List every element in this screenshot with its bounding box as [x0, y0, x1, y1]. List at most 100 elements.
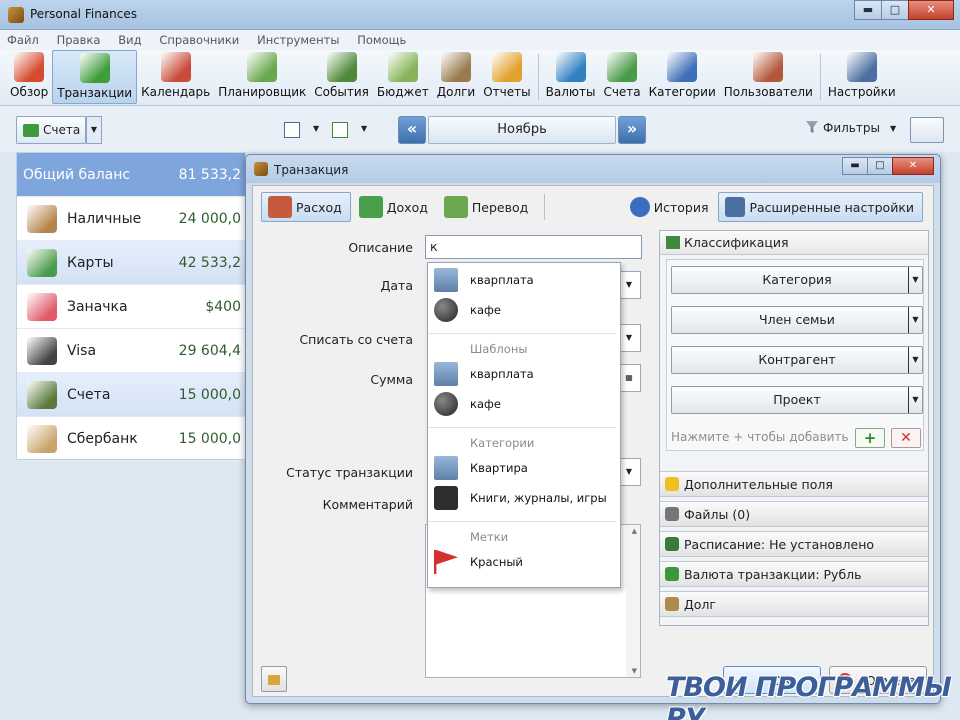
section-header[interactable]: Валюта транзакции: Рубль	[660, 561, 928, 587]
history-button[interactable]: История	[624, 192, 717, 222]
funnel-icon	[806, 121, 818, 133]
menu-references[interactable]: Справочники	[152, 30, 246, 47]
account-row[interactable]: Счета 15 000,0	[17, 373, 245, 417]
menu-file[interactable]: Файл	[0, 30, 46, 47]
chevron-down-icon: ▼	[908, 267, 922, 293]
from-account-label: Списать со счета	[299, 332, 413, 347]
main-toolbar: Обзор Транзакции Календарь Планировщик Событ…	[0, 50, 960, 106]
lock-button[interactable]	[261, 666, 287, 692]
calendar-icon	[14, 52, 45, 82]
tree-view-dropdown[interactable]: ▼	[361, 124, 367, 133]
suggestion-category-books[interactable]: Книги, журналы, игры	[428, 483, 620, 513]
money-hand-icon	[440, 52, 471, 82]
tree-view-icon[interactable]	[332, 122, 348, 138]
advanced-settings-label: Расширенные настройки	[749, 199, 914, 215]
filters-label: Фильтры	[823, 121, 880, 135]
tab-income[interactable]: Доход	[353, 192, 436, 222]
menu-help[interactable]: Помощь	[350, 30, 413, 47]
toolbar-button-12[interactable]: Настройки	[824, 50, 900, 104]
toolbar-button-2[interactable]: Календарь	[137, 50, 214, 104]
clock-icon	[665, 537, 679, 551]
account-row[interactable]: Сбербанк 15 000,0	[17, 417, 245, 461]
scroll-up-icon[interactable]: ▲	[632, 527, 637, 535]
amount-label: Сумма	[370, 372, 413, 387]
tab-expense[interactable]: Расход	[261, 192, 351, 222]
minimize-button[interactable]: ▬	[854, 0, 882, 20]
account-row[interactable]: Наличные 24 000,0	[17, 197, 245, 241]
category-select[interactable]: Категория ▼	[671, 266, 923, 294]
maximize-button[interactable]: □	[881, 0, 909, 20]
toolbar-button-8[interactable]: Валюты	[542, 50, 600, 104]
close-button[interactable]: ✕	[908, 0, 954, 20]
tab-transfer[interactable]: Перевод	[438, 192, 536, 222]
panel-toggle-button[interactable]	[910, 117, 944, 143]
section-header[interactable]: Расписание: Не установлено	[660, 531, 928, 557]
suggestion-template-kvartplata[interactable]: кварплата	[428, 359, 620, 389]
toolbar-button-1[interactable]: Транзакции	[52, 50, 138, 104]
contractor-select[interactable]: Контрагент ▼	[671, 346, 923, 374]
history-label: История	[653, 199, 709, 215]
window-titlebar: Personal Finances ▬ □ ✕	[0, 0, 960, 30]
advanced-settings-button[interactable]: Расширенные настройки	[718, 192, 923, 222]
account-row[interactable]: Общий баланс 81 533,2	[17, 153, 245, 197]
account-row[interactable]: Карты 42 533,2	[17, 241, 245, 285]
classification-header[interactable]: Классификация	[660, 231, 928, 255]
book-icon	[79, 53, 110, 83]
accounts-dropdown-arrow[interactable]: ▼	[86, 116, 102, 144]
accounts-button[interactable]: Счета	[16, 116, 86, 144]
section-header[interactable]: Долг	[660, 591, 928, 617]
bank-safe-icon	[27, 424, 57, 453]
toolbar-button-0[interactable]: Обзор	[6, 50, 52, 104]
window-controls: ▬ □ ✕	[854, 0, 954, 20]
dialog-right-tabs: История Расширенные настройки	[624, 192, 925, 222]
suggestion-recent-kvartplata[interactable]: кварплата	[428, 265, 620, 295]
comment-scrollbar[interactable]: ▲ ▼	[626, 525, 640, 677]
toolbar-label: Долги	[436, 85, 476, 99]
suggestion-template-kafe[interactable]: кафе	[428, 389, 620, 419]
section-header[interactable]: Файлы (0)	[660, 501, 928, 527]
filters-button[interactable]: Фильтры	[806, 121, 880, 135]
prev-month-button[interactable]: «	[398, 116, 426, 144]
menu-edit[interactable]: Правка	[50, 30, 108, 47]
dialog-app-icon	[254, 162, 268, 176]
suggestion-category-kvartira[interactable]: Квартира	[428, 453, 620, 483]
dialog-maximize-button[interactable]: □	[867, 157, 893, 175]
toolbar-button-10[interactable]: Категории	[645, 50, 720, 104]
toolbar-button-6[interactable]: Долги	[433, 50, 480, 104]
toolbar-label: Настройки	[827, 85, 896, 99]
tab-income-label: Доход	[386, 199, 428, 215]
toolbar-button-9[interactable]: Счета	[599, 50, 644, 104]
menu-view[interactable]: Вид	[111, 30, 148, 47]
toolbar-label: Планировщик	[218, 85, 307, 99]
toolbar-button-7[interactable]: Отчеты	[479, 50, 534, 104]
project-select-label: Проект	[773, 392, 821, 407]
project-select[interactable]: Проект ▼	[671, 386, 923, 414]
filters-dropdown-arrow[interactable]: ▼	[890, 124, 896, 133]
money-icon	[665, 597, 679, 611]
section-header[interactable]: Дополнительные поля	[660, 471, 928, 497]
suggestion-text: кварплата	[470, 273, 534, 287]
dialog-close-button[interactable]: ✕	[892, 157, 934, 175]
toolbar-button-5[interactable]: Бюджет	[373, 50, 433, 104]
month-selector[interactable]: Ноябрь	[428, 116, 616, 144]
add-classifier-button[interactable]: +	[855, 428, 885, 448]
description-input[interactable]: к	[425, 235, 642, 259]
toolbar-label: Счета	[603, 85, 641, 99]
next-month-button[interactable]: »	[618, 116, 646, 144]
list-view-dropdown[interactable]: ▼	[313, 124, 319, 133]
family-member-select[interactable]: Член семьи ▼	[671, 306, 923, 334]
banknotes-icon	[607, 52, 638, 82]
account-balance: 15 000,0	[178, 430, 241, 447]
toolbar-button-11[interactable]: Пользователи	[720, 50, 817, 104]
toolbar-button-3[interactable]: Планировщик	[214, 50, 310, 104]
menu-tools[interactable]: Инструменты	[250, 30, 346, 47]
scroll-down-icon[interactable]: ▼	[632, 667, 637, 675]
suggestion-recent-kafe[interactable]: кафе	[428, 295, 620, 325]
dialog-minimize-button[interactable]: ▬	[842, 157, 868, 175]
toolbar-button-4[interactable]: События	[310, 50, 373, 104]
account-row[interactable]: Visa 29 604,4	[17, 329, 245, 373]
list-view-icon[interactable]	[284, 122, 300, 138]
account-row[interactable]: Заначка $400	[17, 285, 245, 329]
suggestion-tag-red[interactable]: Красный	[428, 547, 620, 577]
remove-classifier-button[interactable]: ✕	[891, 428, 921, 448]
